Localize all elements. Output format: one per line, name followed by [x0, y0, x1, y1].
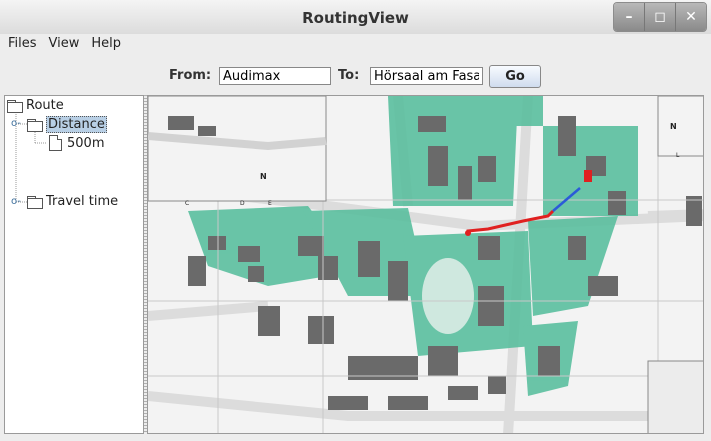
- close-button[interactable]: ✕: [675, 3, 706, 31]
- window-controls: – ◻ ✕: [613, 2, 707, 32]
- expand-toggle-icon[interactable]: o-: [11, 118, 21, 129]
- folder-icon: [27, 195, 43, 209]
- tree-node-500m[interactable]: 500m: [49, 135, 104, 151]
- menu-files[interactable]: Files: [2, 34, 43, 54]
- grid-letter-d: D: [240, 200, 245, 207]
- tree-node-travel-time[interactable]: Travel time: [27, 194, 118, 209]
- tree-label-route: Route: [26, 98, 64, 113]
- window-title: RoutingView: [302, 9, 409, 27]
- document-icon: [49, 135, 62, 151]
- go-button[interactable]: Go: [489, 65, 541, 88]
- folder-icon: [27, 118, 43, 132]
- tree-label-travel-time: Travel time: [46, 194, 119, 209]
- campus-map[interactable]: C D E L N N: [147, 95, 704, 434]
- minimize-button[interactable]: –: [614, 3, 644, 31]
- grid-letter-e: E: [268, 200, 272, 207]
- north-arrow-icon: N: [670, 122, 677, 131]
- grid-letter-l: L: [676, 152, 680, 159]
- tree-label-distance: Distance: [46, 116, 107, 133]
- route-toolbar: From: To: Go: [0, 56, 711, 94]
- routing-window: RoutingView – ◻ ✕ Files View Help From: …: [0, 0, 711, 441]
- grid-letter-c: C: [185, 200, 190, 207]
- tree-label-500m: 500m: [67, 135, 105, 151]
- folder-icon: [7, 99, 23, 113]
- from-label: From:: [169, 68, 212, 83]
- tree-node-distance[interactable]: Distance: [27, 116, 107, 133]
- to-label: To:: [338, 68, 360, 83]
- menu-view[interactable]: View: [43, 34, 86, 54]
- expand-toggle-icon[interactable]: o-: [11, 196, 21, 207]
- menu-help[interactable]: Help: [85, 34, 127, 54]
- route-tree: Route o- Distance 500m o- Travel time: [4, 95, 144, 434]
- from-input[interactable]: [219, 67, 331, 85]
- tree-node-route[interactable]: Route: [7, 98, 64, 113]
- menubar: Files View Help: [0, 34, 711, 54]
- maximize-button[interactable]: ◻: [644, 3, 675, 31]
- north-arrow-icon: N: [260, 172, 267, 181]
- titlebar: RoutingView – ◻ ✕: [0, 0, 711, 35]
- to-input[interactable]: [370, 67, 483, 85]
- map-canvas: [148, 96, 703, 433]
